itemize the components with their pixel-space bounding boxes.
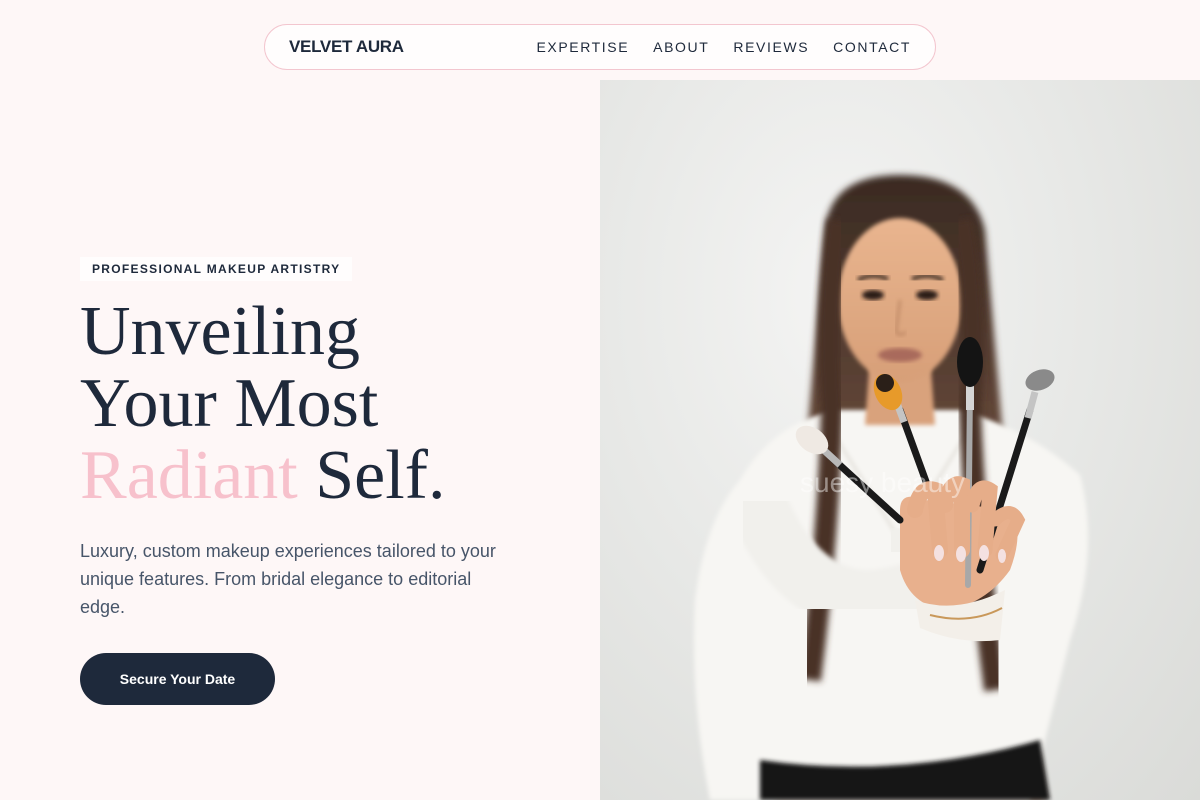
headline-end: Self. [297, 437, 446, 514]
hero-headline: Unveiling Your Most Radiant Self. [80, 296, 580, 512]
top-nav: VELVET AURA EXPERTISE ABOUT REVIEWS CONT… [264, 24, 936, 70]
nav-links: EXPERTISE ABOUT REVIEWS CONTACT [536, 39, 911, 55]
photo-watermark: suesy beauty [800, 467, 965, 498]
brand-logo[interactable]: VELVET AURA [289, 37, 404, 57]
secure-date-button[interactable]: Secure Your Date [80, 653, 275, 705]
hero-photo: suesy beauty [600, 80, 1200, 800]
headline-accent-word: Radiant [80, 437, 298, 514]
headline-line-1: Unveiling [80, 293, 360, 370]
hero-description: Luxury, custom makeup experiences tailor… [80, 541, 496, 617]
nav-link-reviews[interactable]: REVIEWS [733, 39, 809, 55]
nav-link-contact[interactable]: CONTACT [833, 39, 911, 55]
hero-eyebrow-badge: PROFESSIONAL MAKEUP ARTISTRY [80, 257, 353, 281]
makeup-artist-illustration: suesy beauty [694, 175, 1088, 800]
nav-link-about[interactable]: ABOUT [653, 39, 709, 55]
headline-line-2: Your Most [80, 365, 379, 442]
nav-link-expertise[interactable]: EXPERTISE [536, 39, 629, 55]
